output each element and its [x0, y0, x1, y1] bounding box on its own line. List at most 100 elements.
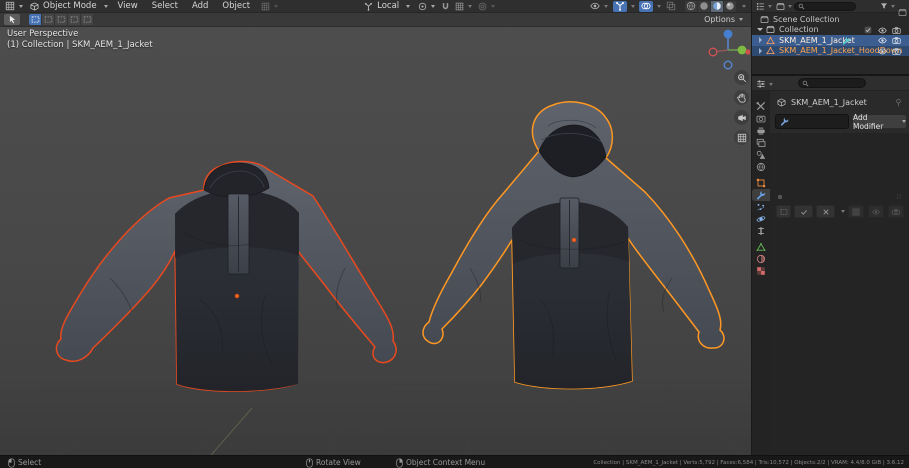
properties-editor-type-button[interactable] — [756, 79, 773, 89]
disable-render-icon[interactable] — [892, 26, 901, 35]
mode-dropdown[interactable]: Object Mode — [27, 0, 111, 13]
show-overlays-toggle[interactable] — [637, 1, 663, 12]
gizmo-z-axis — [724, 30, 733, 39]
scene-statistics: Collection | SKM_AEM_1_Jacket | Verts:5,… — [593, 456, 904, 468]
tab-modifiers[interactable] — [752, 189, 770, 201]
tab-particles[interactable] — [752, 201, 770, 213]
select-mode-intersect[interactable] — [81, 14, 94, 25]
viewport-options-dropdown[interactable]: Options — [704, 15, 751, 24]
modifier-editmode-toggle[interactable] — [776, 205, 791, 218]
menu-view[interactable]: View — [111, 0, 145, 13]
tab-material[interactable] — [752, 253, 770, 265]
tab-view-layer[interactable] — [752, 137, 770, 149]
select-mode-invert[interactable] — [68, 14, 81, 25]
collection-icon — [766, 25, 775, 34]
outliner-editor-type-button[interactable] — [756, 2, 772, 11]
outliner-display-mode-dropdown[interactable] — [776, 2, 792, 11]
snap-toggle[interactable] — [439, 2, 452, 11]
exclude-checkbox[interactable] — [864, 26, 872, 34]
tab-scene[interactable] — [752, 149, 770, 161]
shading-mode-group — [685, 1, 737, 12]
viewport-scene — [0, 0, 751, 455]
xray-toggle[interactable] — [663, 1, 679, 11]
tab-constraints[interactable] — [752, 225, 770, 237]
navigation-gizmo[interactable] — [704, 26, 750, 72]
select-mode-new[interactable] — [29, 14, 42, 25]
filter-icon — [880, 2, 888, 10]
hide-eye-icon[interactable] — [878, 36, 887, 45]
shading-rendered-button[interactable] — [724, 1, 737, 12]
modifier-toggle-row — [776, 205, 904, 218]
tab-texture[interactable] — [752, 265, 770, 277]
search-icon — [798, 3, 805, 10]
ortho-toggle-control[interactable] — [734, 130, 749, 145]
shading-material-button[interactable] — [711, 1, 724, 12]
mode-label: Object Mode — [40, 0, 100, 13]
active-tool-button[interactable] — [4, 14, 20, 25]
outliner-filter-dropdown[interactable] — [880, 2, 895, 10]
tab-physics[interactable] — [752, 213, 770, 225]
object-visibility-dropdown[interactable] — [587, 1, 611, 11]
modifier-display-toggle-3[interactable] — [888, 205, 904, 218]
pan-control[interactable] — [734, 90, 749, 105]
shading-solid-button[interactable] — [698, 1, 711, 12]
properties-header — [752, 76, 909, 91]
shading-wireframe-button[interactable] — [685, 1, 698, 12]
proportional-edit-dropdown[interactable] — [475, 2, 498, 11]
disable-render-icon[interactable] — [892, 47, 901, 56]
mesh-object-icon — [766, 36, 775, 45]
modifier-type-field[interactable] — [775, 114, 849, 129]
menu-add[interactable]: Add — [185, 0, 215, 13]
status-bar: Select Rotate View Object Context Menu C… — [0, 455, 909, 468]
snap-settings-dropdown[interactable] — [452, 2, 475, 11]
shading-dropdown[interactable] — [737, 5, 751, 8]
camera-view-control[interactable] — [734, 110, 749, 125]
modifier-display-toggle-1[interactable] — [848, 205, 864, 218]
transform-orientation-dropdown[interactable]: Local — [360, 0, 414, 13]
modifier-remove-button[interactable] — [816, 205, 835, 218]
select-mode-extend[interactable] — [42, 14, 55, 25]
modifier-extras-dropdown[interactable] — [841, 210, 845, 213]
modifier-display-toggle-2[interactable] — [868, 205, 884, 218]
outliner-row-scene-collection[interactable]: Scene Collection — [752, 14, 909, 25]
tab-object-data[interactable] — [752, 241, 770, 253]
mesh-object-icon — [766, 46, 775, 55]
modifier-wrench-icon — [780, 117, 789, 126]
menu-select[interactable]: Select — [145, 0, 185, 13]
drag-dots-icon: ∷ — [897, 193, 902, 201]
outliner-row-jacket[interactable]: SKM_AEM_1_Jacket — [752, 35, 909, 46]
tab-world[interactable] — [752, 161, 770, 173]
header-extra-dropdown[interactable] — [257, 2, 282, 11]
properties-search-input[interactable] — [798, 78, 866, 88]
tab-object[interactable] — [752, 177, 770, 189]
tab-output[interactable] — [752, 125, 770, 137]
viewport-3d[interactable]: Object Mode View Select Add Object Local — [0, 0, 752, 455]
select-mode-subtract[interactable] — [55, 14, 68, 25]
object-origin — [572, 238, 576, 242]
zoom-control[interactable] — [734, 70, 749, 85]
pin-icon[interactable] — [894, 98, 903, 107]
modifier-apply-toggle[interactable] — [794, 205, 813, 218]
orientation-label: Local — [374, 0, 402, 13]
hide-eye-icon[interactable] — [878, 47, 887, 56]
editor-type-button[interactable] — [0, 1, 27, 11]
modifier-panel-handle[interactable]: ∷ — [778, 193, 902, 201]
expand-arrow-icon[interactable] — [759, 37, 762, 43]
pivot-point-dropdown[interactable] — [414, 2, 439, 11]
tab-tool[interactable] — [752, 100, 770, 112]
viewport-header: Object Mode View Select Add Object Local — [0, 0, 751, 13]
outliner-row-collection[interactable]: Collection — [752, 25, 909, 36]
outliner-search-input[interactable] — [794, 2, 856, 11]
add-modifier-button[interactable]: Add Modifier — [852, 114, 907, 129]
menu-object[interactable]: Object — [215, 0, 257, 13]
expand-arrow-icon[interactable] — [759, 48, 762, 54]
disable-render-icon[interactable] — [892, 36, 901, 45]
mouse-right-icon — [396, 458, 403, 468]
hide-eye-icon[interactable] — [878, 26, 887, 35]
expand-arrow-icon[interactable] — [757, 28, 763, 31]
show-gizmos-toggle[interactable] — [611, 1, 637, 12]
scene-collection-icon — [760, 15, 769, 24]
hint-select: Select — [8, 456, 41, 468]
outliner-row-jacket-hooddown[interactable]: SKM_AEM_1_Jacket_HoodDown — [752, 46, 909, 57]
tab-render[interactable] — [752, 113, 770, 125]
